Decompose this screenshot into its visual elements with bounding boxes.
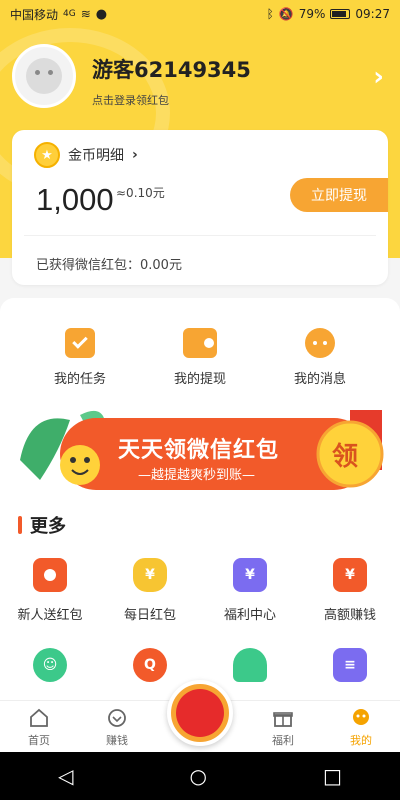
tab-earn[interactable]: 赚钱 [87,707,147,748]
grid-item-daily-redpacket[interactable]: ¥ 每日红包 [105,558,195,623]
avatar[interactable] [12,44,76,108]
money-bag-icon: ¥ [133,558,167,592]
tab-home[interactable]: 首页 [9,707,69,748]
coin-balance: 1,000 [36,182,114,217]
quick-action-label: 我的消息 [293,372,346,387]
username[interactable]: 游客62149345 [92,54,251,84]
grid-item-welfare-center[interactable]: ¥ 福利中心 [205,558,295,623]
customer-service-icon: ☺ [33,648,67,682]
bluetooth-icon: ᛒ [266,7,274,21]
coin-icon: ★ [34,142,60,168]
login-hint[interactable]: 点击登录领红包 [92,92,169,108]
home-icon [28,707,50,729]
chat-bubble-icon [305,328,335,358]
ticket-icon: ¥ [233,558,267,592]
tab-label: 我的 [350,734,372,747]
banner-title: 天天领微信红包 [118,438,280,463]
chevron-right-icon: › [132,147,138,163]
wechat-redpacket-banner[interactable]: 天天领微信红包 —越提越爽秒到账— 领 [10,400,390,495]
clipboard-check-icon [65,328,95,358]
quick-action-withdraw[interactable]: 我的提现 [155,328,245,387]
signal-text: 4G [63,9,76,19]
bell-icon [233,648,267,682]
card-divider [24,235,376,236]
section-accent-bar [18,516,22,534]
profile-icon [350,707,372,729]
quick-action-tasks[interactable]: 我的任务 [35,328,125,387]
recents-icon[interactable]: □ [323,764,342,788]
grid-item-label: 福利中心 [223,608,276,623]
banner-subtitle: —越提越爽秒到账— [138,468,256,483]
center-redpacket-icon [176,689,224,737]
clock: 09:27 [355,7,390,21]
grid-item-label: 高额赚钱 [323,608,376,623]
coin-approx-value: ≈0.10元 [116,186,165,200]
grid-item-customer-service[interactable]: ☺ [5,648,95,700]
tab-label: 赚钱 [106,734,128,747]
gift-icon [272,707,294,729]
wechat-icon: ● [95,6,108,22]
more-grid-row-1: 新人送红包 ¥ 每日红包 ¥ 福利中心 ¥ 高额赚钱 [0,558,400,623]
quick-action-messages[interactable]: 我的消息 [275,328,365,387]
quick-action-label: 我的任务 [53,372,106,387]
earn-icon [106,707,128,729]
banner-badge: 领 [332,442,359,472]
grid-item-newbie-redpacket[interactable]: 新人送红包 [5,558,95,623]
quick-action-label: 我的提现 [173,372,226,387]
status-bar: 中国移动 4G ≋ ● ᛒ 🔕 79% 09:27 [0,0,400,28]
red-envelope-icon [33,558,67,592]
wifi-icon: ≋ [80,7,91,21]
back-icon[interactable]: ◁ [58,764,73,788]
grid-item-label: 每日红包 [123,608,176,623]
gift-box-icon: ¥ [333,558,367,592]
system-nav-bar: ◁ ○ □ [0,752,400,800]
coin-detail-link[interactable]: ★ 金币明细 › [34,142,138,168]
home-circle-icon[interactable]: ○ [190,764,207,788]
redpacket-earned: 已获得微信红包：0.00元 [36,258,182,273]
battery-percent: 79% [298,7,326,21]
grid-item-high-earning[interactable]: ¥ 高额赚钱 [305,558,395,623]
document-icon: ≡ [333,648,367,682]
quick-actions: 我的任务 我的提现 我的消息 [0,328,400,387]
chevron-right-icon[interactable]: › [373,64,384,90]
grid-item-label: 新人送红包 [17,608,83,623]
more-section-title: 更多 [18,512,66,538]
tab-mine[interactable]: 我的 [331,707,391,748]
tab-label: 福利 [272,734,294,747]
tab-welfare[interactable]: 福利 [253,707,313,748]
carrier-label: 中国移动 [10,7,59,22]
tab-label: 首页 [28,734,50,747]
more-title-label: 更多 [30,516,66,537]
withdraw-button[interactable]: 立即提现 [290,178,388,212]
grid-item-documents[interactable]: ≡ [305,648,395,700]
question-icon: Q [133,648,167,682]
center-redpacket-button[interactable] [167,680,233,746]
coin-card: ★ 金币明细 › 1,000 ≈0.10元 立即提现 已获得微信红包：0.00元 [12,130,388,285]
coin-detail-label: 金币明细 [68,148,124,164]
battery-icon [330,9,351,19]
wallet-icon [183,328,217,358]
mute-icon: 🔕 [278,7,294,21]
